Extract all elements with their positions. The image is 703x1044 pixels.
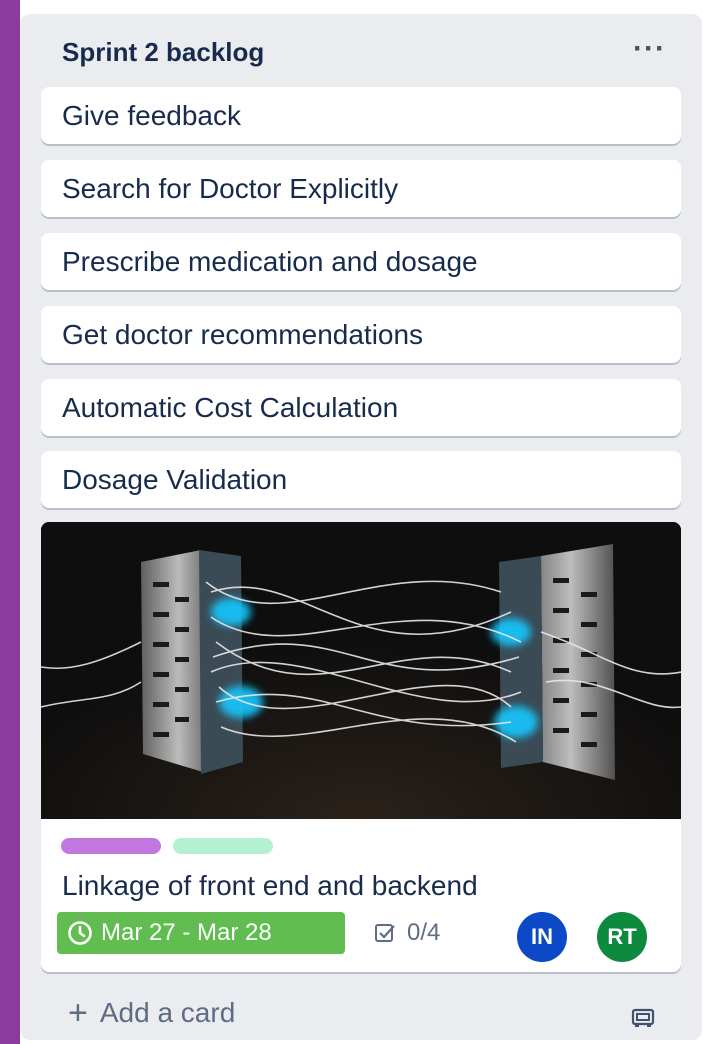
card-cover-image [41,522,681,819]
card-title: Search for Doctor Explicitly [62,172,399,204]
card-prescribe-medication[interactable]: Prescribe medication and dosage [41,233,681,290]
card-linkage-front-back[interactable]: Linkage of front end and backend Mar 27 … [41,522,681,972]
card-give-feedback[interactable]: Give feedback [41,87,681,144]
card-title: Prescribe medication and dosage [62,245,478,277]
card-title: Dosage Validation [62,463,288,495]
checklist-count: 0/4 [407,919,441,946]
plus-icon: + [68,994,88,1032]
checklist-badge: 0/4 [373,919,440,947]
due-date-badge[interactable]: Mar 27 - Mar 28 [57,912,345,954]
card-title: Linkage of front end and backend [62,870,478,901]
due-date-text: Mar 27 - Mar 28 [101,919,272,946]
card-labels [61,838,273,854]
card-doctor-recommendations[interactable]: Get doctor recommendations [41,306,681,363]
card-search-doctor[interactable]: Search for Doctor Explicitly [41,160,681,217]
card-template-icon[interactable] [628,1002,658,1037]
card-title: Give feedback [62,99,241,131]
clock-icon [68,921,92,945]
card-cost-calculation[interactable]: Automatic Cost Calculation [41,379,681,436]
card-dosage-validation[interactable]: Dosage Validation [41,451,681,508]
label-purple[interactable] [61,838,161,854]
avatar-rt[interactable]: RT [597,912,647,962]
more-horizontal-icon[interactable]: ··· [633,32,666,66]
board-background-edge [0,0,20,1044]
add-card-button[interactable]: + Add a card [68,996,235,1030]
add-card-label: Add a card [99,997,236,1028]
list-header: Sprint 2 backlog ··· [40,30,680,74]
card-title: Automatic Cost Calculation [62,391,399,423]
label-green[interactable] [173,838,273,854]
card-title: Get doctor recommendations [62,318,424,350]
list-title[interactable]: Sprint 2 backlog [62,37,264,68]
avatar-in[interactable]: IN [517,912,567,962]
checklist-icon [375,924,395,942]
card-badges: Mar 27 - Mar 28 0/4 [57,912,440,954]
